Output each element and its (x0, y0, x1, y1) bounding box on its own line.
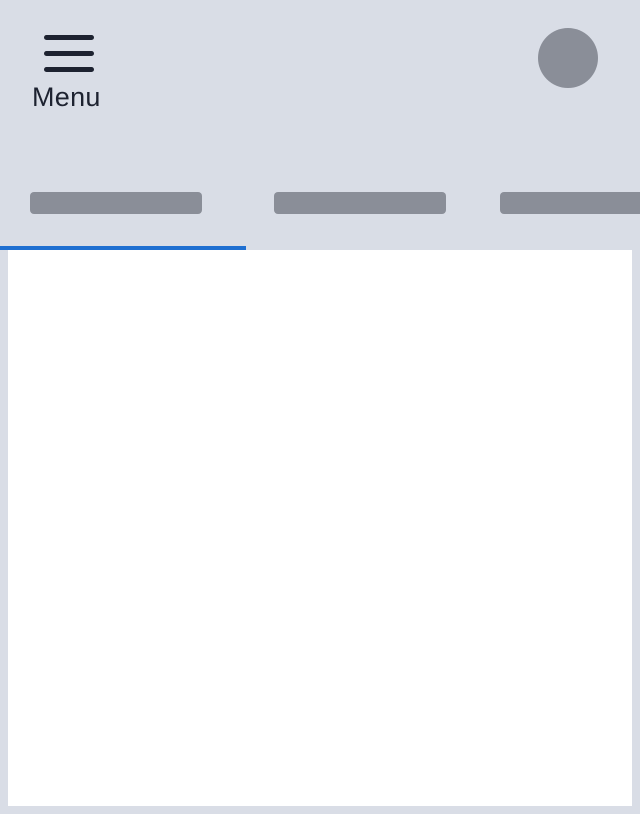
tab-2[interactable] (246, 160, 472, 250)
tab-3-label-placeholder (500, 192, 640, 214)
menu-label: Menu (32, 82, 101, 112)
tab-bar (0, 160, 640, 250)
tab-3[interactable] (472, 160, 640, 250)
avatar[interactable] (538, 28, 598, 88)
tab-1[interactable] (0, 160, 246, 250)
content-panel (8, 250, 632, 806)
tab-1-label-placeholder (30, 192, 202, 214)
hamburger-icon (44, 34, 96, 74)
menu-button[interactable]: Menu (26, 30, 114, 118)
tab-2-label-placeholder (274, 192, 446, 214)
